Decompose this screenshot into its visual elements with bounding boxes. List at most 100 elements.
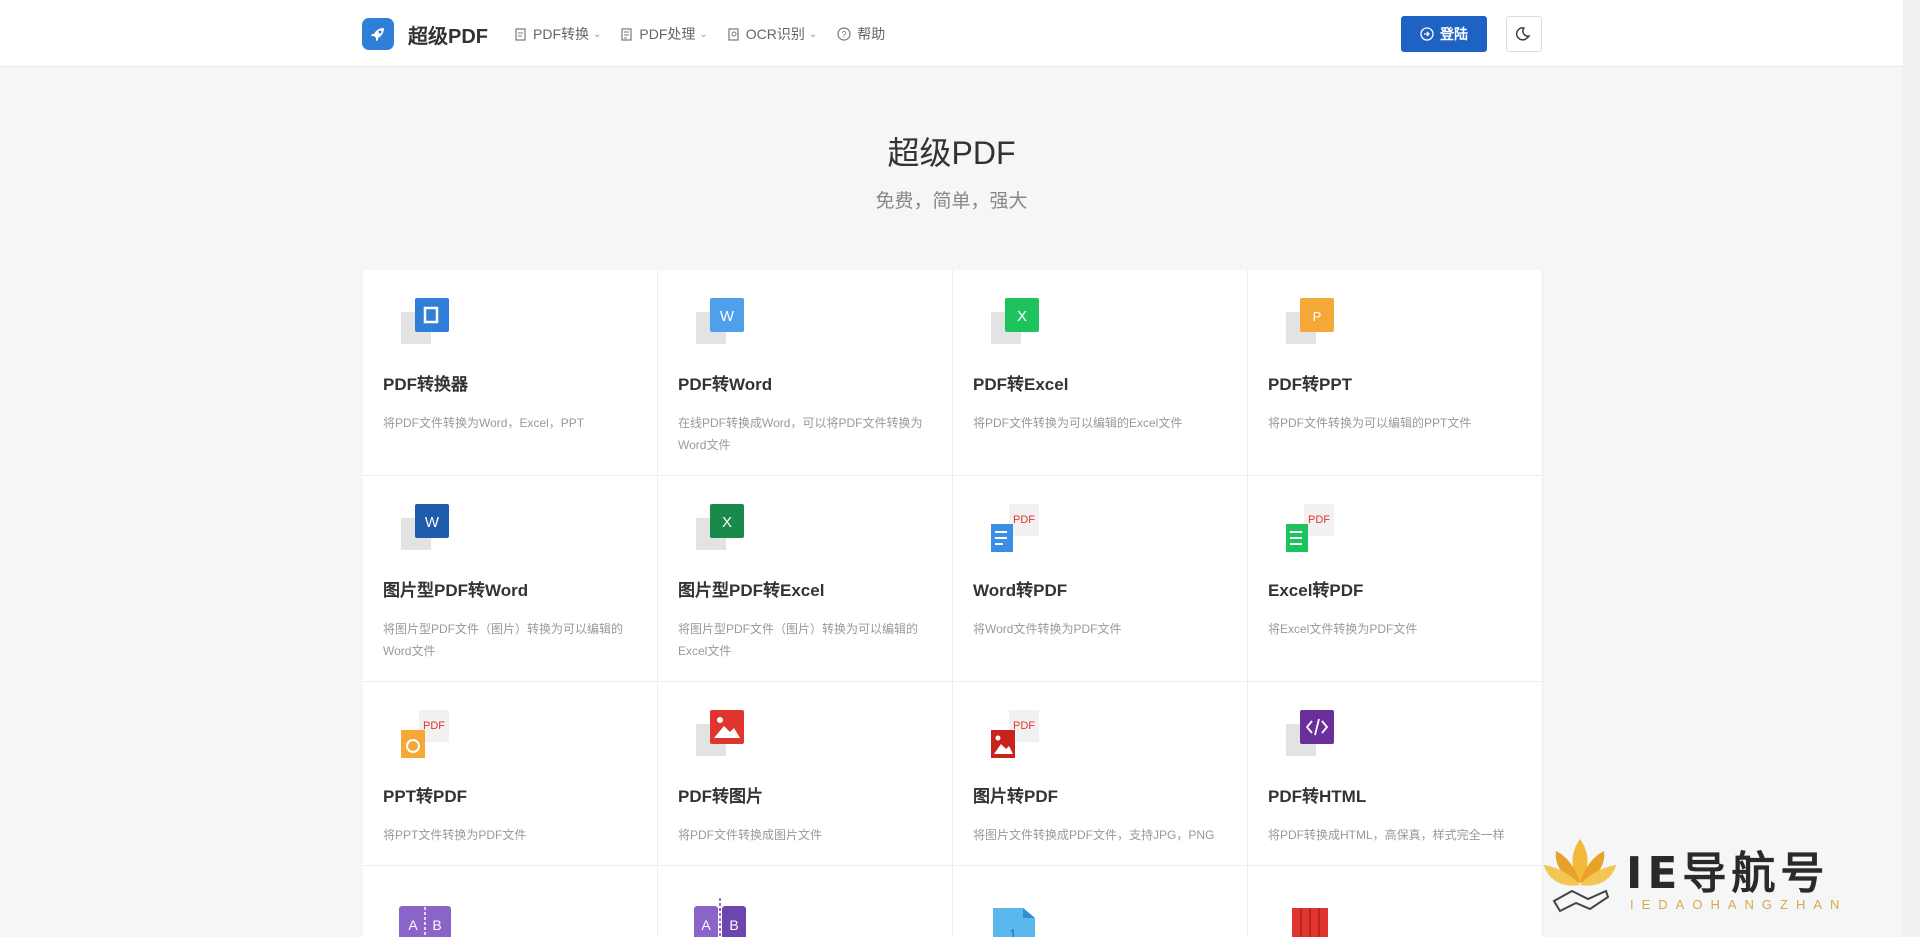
tool-card-image-pdf-to-word[interactable]: W 图片型PDF转Word 将图片型PDF文件（图片）转换为可以编辑的Word文… <box>363 476 658 682</box>
lotus-handshake-logo <box>1544 839 1616 913</box>
word-to-pdf-icon: PDF <box>991 504 1039 552</box>
nav-label: PDF转换 <box>533 26 589 42</box>
tool-card-image-to-pdf[interactable]: PDF 图片转PDF 将图片文件转换成PDF文件，支持JPG，PNG <box>953 682 1248 866</box>
tool-card-partial-1[interactable]: AB <box>363 866 658 937</box>
tool-title: PDF转Excel <box>973 375 1069 394</box>
tool-title: PPT转PDF <box>383 787 468 806</box>
ppt-icon: P <box>1286 298 1334 344</box>
page-subtitle: 免费，简单，强大 <box>875 191 1028 212</box>
scan-document-icon <box>728 27 739 41</box>
tool-desc: 将图片型PDF文件（图片）转换为可以编辑的Excel文件 <box>678 622 919 658</box>
chevron-down-icon: ⌄ <box>699 28 708 40</box>
site-watermark: IE导航号 IEDAOHANGZHAN <box>1530 827 1900 937</box>
excel-to-pdf-icon: PDF <box>1286 504 1334 552</box>
tool-desc: 在线PDF转换成Word，可以将PDF文件转换为Word文件 <box>678 416 923 452</box>
watermark-text: IE导航号 <box>1626 848 1830 899</box>
main-nav: PDF转换 ⌄ PDF处理 ⌄ OCR识别 ⌄ ? 帮助 <box>515 24 905 44</box>
nav-pdf-convert[interactable]: PDF转换 ⌄ <box>515 24 601 44</box>
book-icon <box>1292 908 1328 937</box>
tool-card-pdf-to-excel[interactable]: X PDF转Excel 将PDF文件转换为可以编辑的Excel文件 <box>953 270 1248 476</box>
page-scrollbar[interactable] <box>1903 0 1920 937</box>
tool-desc: 将PDF转换成HTML，高保真，样式完全一样 <box>1268 828 1505 842</box>
document-icon <box>515 27 526 41</box>
tool-card-partial-3[interactable]: 1 <box>953 866 1248 937</box>
tool-card-pdf-to-ppt[interactable]: P PDF转PPT 将PDF文件转换为可以编辑的PPT文件 <box>1248 270 1543 476</box>
excel-letter: X <box>722 514 732 531</box>
tool-desc: 将Word文件转换为PDF文件 <box>973 622 1122 636</box>
letter-b: B <box>432 917 441 933</box>
merge-document-icon: AB <box>694 898 746 937</box>
letter-a: A <box>408 917 418 933</box>
word-letter: W <box>720 308 735 325</box>
tool-title: 图片型PDF转Excel <box>678 581 825 600</box>
pdf-badge: PDF <box>1308 514 1330 526</box>
nav-label: PDF处理 <box>639 26 696 42</box>
page-title: 超级PDF <box>887 135 1016 171</box>
nav-label: 帮助 <box>857 26 886 42</box>
theme-toggle-button[interactable] <box>1506 16 1542 52</box>
tool-desc: 将Excel文件转换为PDF文件 <box>1268 622 1418 636</box>
brand-name: 超级PDF <box>408 25 488 48</box>
watermark-subtext: IEDAOHANGZHAN <box>1630 897 1848 912</box>
pdf-badge: PDF <box>1013 720 1035 732</box>
split-document-icon: AB <box>399 902 451 937</box>
letter-b: B <box>729 917 738 933</box>
tool-title: PDF转换器 <box>383 375 468 394</box>
top-navbar: 超级PDF PDF转换 ⌄ PDF处理 ⌄ OCR识别 ⌄ ? 帮助 登陆 <box>0 0 1903 67</box>
tool-desc: 将图片型PDF文件（图片）转换为可以编辑的Word文件 <box>383 622 624 658</box>
login-button[interactable]: 登陆 <box>1401 16 1487 52</box>
tool-card-image-pdf-to-excel[interactable]: X 图片型PDF转Excel 将图片型PDF文件（图片）转换为可以编辑的Exce… <box>658 476 953 682</box>
tool-card-excel-to-pdf[interactable]: PDF Excel转PDF 将Excel文件转换为PDF文件 <box>1248 476 1543 682</box>
tool-desc: 将PDF文件转换为可以编辑的PPT文件 <box>1268 416 1472 430</box>
tool-title: 图片转PDF <box>973 787 1058 806</box>
tool-card-pdf-to-html[interactable]: PDF转HTML 将PDF转换成HTML，高保真，样式完全一样 <box>1248 682 1543 866</box>
login-label: 登陆 <box>1440 26 1468 42</box>
excel-dark-icon: X <box>696 504 744 550</box>
chevron-down-icon: ⌄ <box>593 28 602 40</box>
tool-grid: PDF转换器 将PDF文件转换为Word，Excel，PPT W PDF转Wor… <box>363 270 1543 937</box>
tool-desc: 将图片文件转换成PDF文件，支持JPG，PNG <box>973 828 1215 842</box>
pdf-to-html-icon <box>1286 710 1334 756</box>
ppt-letter: P <box>1313 309 1322 324</box>
nav-pdf-process[interactable]: PDF处理 ⌄ <box>621 24 708 44</box>
tool-card-partial-2[interactable]: AB <box>658 866 953 937</box>
rocket-icon <box>362 18 394 50</box>
excel-letter: X <box>1017 308 1027 325</box>
pdf-badge: PDF <box>1013 514 1035 526</box>
help-circle-icon: ? <box>837 27 851 41</box>
nav-label: OCR识别 <box>745 26 805 42</box>
pdf-to-image-icon <box>696 710 744 756</box>
tool-desc: 将PDF文件转换成图片文件 <box>678 828 823 842</box>
tool-title: 图片型PDF转Word <box>383 581 529 600</box>
tool-card-word-to-pdf[interactable]: PDF Word转PDF 将Word文件转换为PDF文件 <box>953 476 1248 682</box>
tool-desc: 将PDF文件转换为Word，Excel，PPT <box>383 416 585 430</box>
tool-card-pdf-to-word[interactable]: W PDF转Word 在线PDF转换成Word，可以将PDF文件转换为Word文… <box>658 270 953 476</box>
tool-card-pdf-converter[interactable]: PDF转换器 将PDF文件转换为Word，Excel，PPT <box>363 270 658 476</box>
tool-title: PDF转图片 <box>678 787 763 806</box>
pdf-badge: PDF <box>423 720 445 732</box>
ppt-to-pdf-icon: PDF <box>401 710 449 758</box>
word-letter: W <box>425 514 440 531</box>
tool-card-ppt-to-pdf[interactable]: PDF PPT转PDF 将PPT文件转换为PDF文件 <box>363 682 658 866</box>
svg-text:?: ? <box>842 30 847 40</box>
office-icon <box>401 298 449 344</box>
letter-a: A <box>701 917 711 933</box>
number-one: 1 <box>1010 927 1017 937</box>
tool-title: PDF转Word <box>678 375 773 394</box>
image-to-pdf-icon: PDF <box>991 710 1039 758</box>
word-dark-icon: W <box>401 504 449 550</box>
excel-icon: X <box>991 298 1039 344</box>
chevron-down-icon: ⌄ <box>808 28 818 40</box>
page-number-icon: 1 <box>993 908 1035 937</box>
login-icon <box>1420 27 1434 41</box>
tool-desc: 将PDF文件转换为可以编辑的Excel文件 <box>973 416 1183 430</box>
tool-title: PDF转PPT <box>1268 375 1353 394</box>
tool-title: Excel转PDF <box>1268 581 1364 600</box>
tool-title: PDF转HTML <box>1268 787 1367 806</box>
nav-ocr[interactable]: OCR识别 ⌄ <box>728 24 818 44</box>
nav-help[interactable]: ? 帮助 <box>837 24 885 44</box>
tool-card-pdf-to-image[interactable]: PDF转图片 将PDF文件转换成图片文件 <box>658 682 953 866</box>
tool-desc: 将PPT文件转换为PDF文件 <box>383 828 527 842</box>
brand[interactable]: 超级PDF <box>362 18 488 50</box>
tool-card-partial-4[interactable] <box>1248 866 1543 937</box>
